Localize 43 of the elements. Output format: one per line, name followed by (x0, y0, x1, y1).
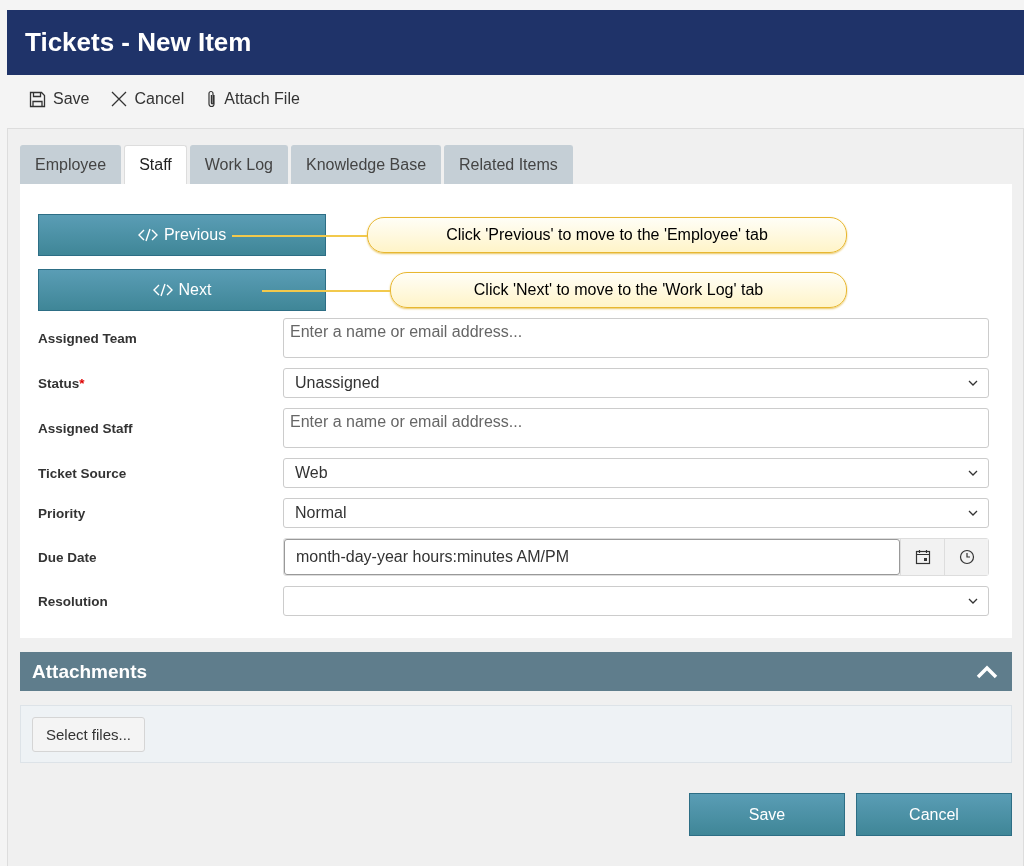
chevron-down-icon (968, 598, 978, 604)
dropdown[interactable]: Normal (283, 498, 989, 528)
attachments-header[interactable]: Attachments (20, 652, 1012, 691)
tab[interactable]: Staff (124, 145, 187, 184)
code-icon (137, 228, 158, 242)
tab[interactable]: Related Items (444, 145, 573, 184)
tab[interactable]: Knowledge Base (290, 145, 442, 184)
field-label: Assigned Team (38, 330, 137, 346)
chevron-down-icon (968, 470, 978, 476)
chevron-down-icon (968, 510, 978, 516)
field-label: Priority (38, 505, 86, 521)
save-icon (29, 90, 46, 108)
chevron-icon (976, 664, 998, 679)
toolbar-button[interactable]: Save (27, 88, 92, 110)
field-label: Resolution (38, 593, 108, 609)
callout: Click 'Next' to move to the 'Work Log' tab (390, 272, 847, 308)
footer-button[interactable]: Save (689, 793, 845, 836)
field-label: Status* (38, 375, 85, 391)
field-label: Assigned Staff (38, 420, 133, 436)
dropdown[interactable]: Web (283, 458, 989, 488)
nav-button[interactable]: Next (38, 269, 326, 311)
input-field[interactable]: Enter a name or email address... (283, 318, 989, 358)
clock-button[interactable] (944, 539, 988, 575)
callout: Click 'Previous' to move to the 'Employee' tab (367, 217, 847, 253)
tab[interactable]: Employee (20, 145, 122, 184)
input-field[interactable]: month-day-year hours:minutes AM/PM (284, 539, 900, 575)
field-label: Ticket Source (38, 465, 127, 481)
select-files-button[interactable]: Select files... (32, 716, 146, 752)
close-icon (111, 91, 128, 107)
footer-button[interactable]: Cancel (856, 793, 1012, 836)
clock-icon (958, 549, 975, 565)
toolbar-button[interactable]: Cancel (109, 88, 187, 110)
calendar-icon (914, 549, 931, 565)
chevron-down-icon (968, 380, 978, 386)
field-label: Due Date (38, 549, 97, 565)
nav-button[interactable]: Previous (38, 214, 326, 256)
paperclip-icon (206, 89, 218, 109)
tab[interactable]: Work Log (189, 145, 288, 184)
code-icon (152, 283, 173, 297)
dropdown[interactable]: Unassigned (283, 368, 989, 398)
toolbar-button[interactable]: Attach File (204, 87, 302, 111)
page-title: Tickets - New Item (25, 27, 252, 58)
input-field[interactable]: Enter a name or email address... (283, 408, 989, 448)
